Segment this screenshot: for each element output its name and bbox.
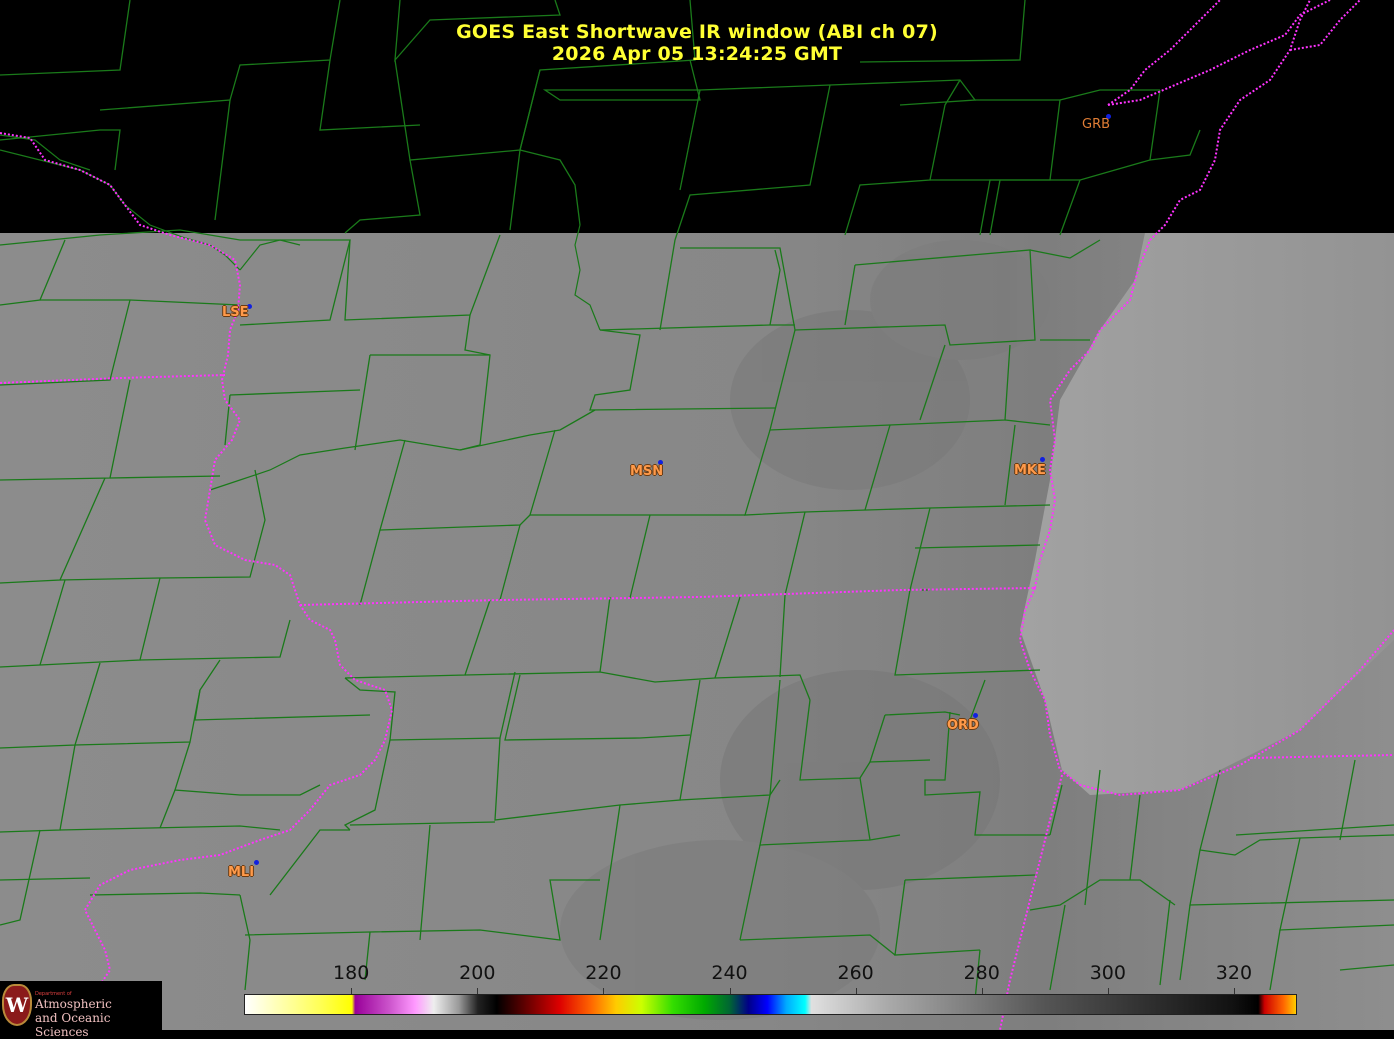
station-dot-mli [254,860,259,865]
colorbar-tick-label: 220 [585,962,622,984]
colorbar-tick-label: 180 [333,962,370,984]
colorbar-tick-label: 260 [837,962,874,984]
title-product: GOES East Shortwave IR window (ABI ch 07… [456,21,938,43]
colorbar-tick-label: 280 [963,962,1000,984]
title-timestamp: 2026 Apr 05 13:24:25 GMT [551,43,843,65]
uw-crest-icon: W [2,984,32,1026]
station-dot-mke [1040,457,1045,462]
colorbar-tick-label: 300 [1089,962,1126,984]
colorbar-tick-label: 200 [459,962,496,984]
station-label-ord: ORD [947,718,979,733]
logo-line2: and Oceanic Sciences [35,1011,111,1039]
colorbar [244,994,1297,1015]
colorbar-tick-label: 240 [711,962,748,984]
station-label-mli: MLI [228,865,255,880]
station-label-mke: MKE [1014,463,1046,478]
station-label-grb: GRB [1082,117,1111,132]
station-label-lse: LSE [222,305,249,320]
logo-line1: Atmospheric [35,997,112,1011]
station-label-msn: MSN [630,464,664,479]
satellite-map [0,0,1394,1030]
colorbar-tick-label: 320 [1215,962,1253,984]
aos-logo: W Department of Atmospheric and Oceanic … [0,981,162,1039]
